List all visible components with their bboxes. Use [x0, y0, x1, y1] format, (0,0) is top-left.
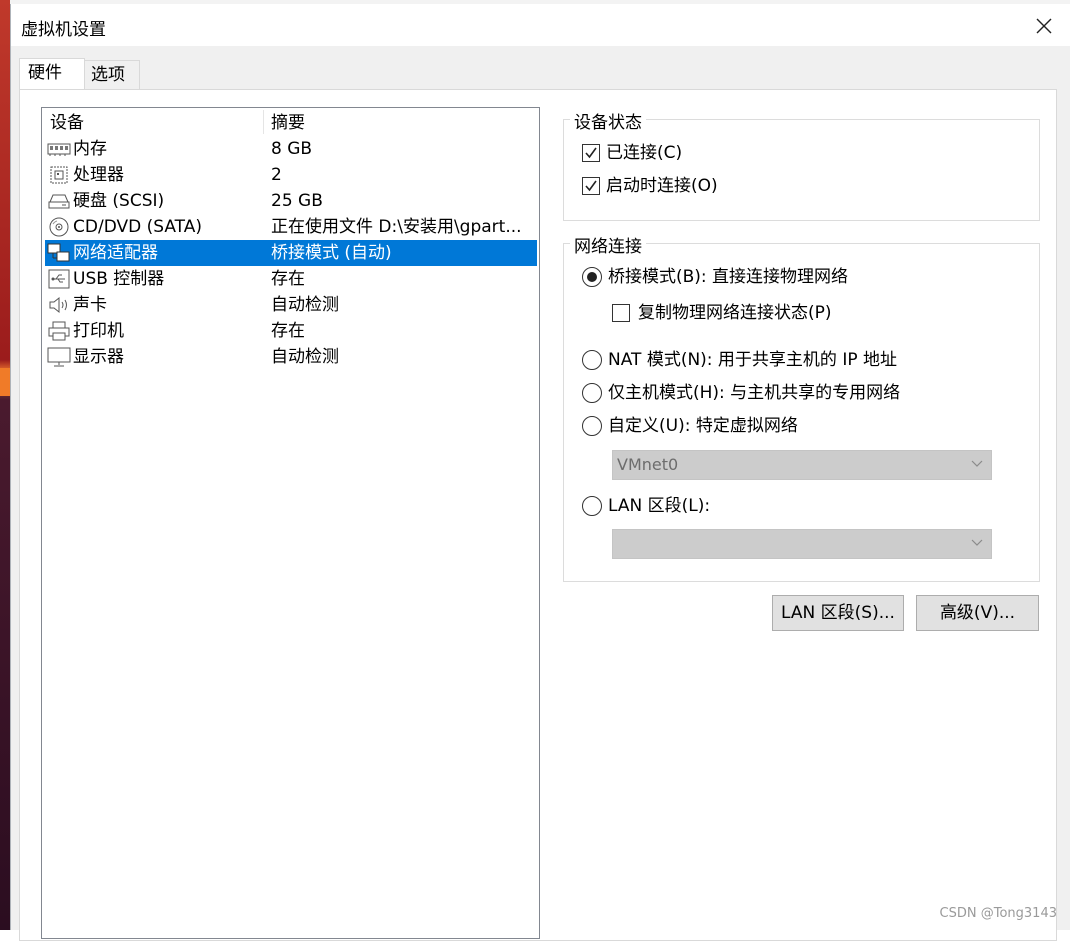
device-summary: 自动检测: [271, 295, 339, 315]
bridged-label: 桥接模式(B): 直接连接物理网络: [608, 267, 849, 287]
close-icon: [1036, 18, 1052, 34]
checkmark-icon: [585, 180, 597, 192]
tab-hardware[interactable]: 硬件: [19, 58, 85, 89]
lan-segment-label: LAN 区段(L):: [608, 496, 711, 516]
group-title-network-connection: 网络连接: [570, 232, 646, 257]
lan-segment-select[interactable]: [612, 529, 992, 559]
replicate-state-label: 复制物理网络连接状态(P): [638, 303, 832, 323]
checkbox-box: [582, 144, 600, 162]
device-row-printer[interactable]: 打印机 存在: [45, 318, 537, 344]
hardware-panel: 设备 摘要 内存 8 GB 处理器 2 硬盘 (SCSI) 25 GB CD/D…: [19, 89, 1057, 941]
device-row-network-adapter[interactable]: 网络适配器 桥接模式 (自动): [45, 240, 537, 266]
advanced-button[interactable]: 高级(V)...: [916, 595, 1039, 631]
device-row-processor[interactable]: 处理器 2: [45, 162, 537, 188]
column-divider[interactable]: [263, 110, 264, 134]
device-summary: 2: [271, 165, 282, 185]
usb-icon: [47, 268, 71, 290]
cd-dvd-icon: [47, 216, 71, 238]
column-header-summary[interactable]: 摘要: [271, 110, 305, 136]
connected-label: 已连接(C): [606, 143, 683, 163]
desktop-background: [0, 0, 10, 930]
processor-icon: [47, 164, 71, 186]
device-list[interactable]: 设备 摘要 内存 8 GB 处理器 2 硬盘 (SCSI) 25 GB CD/D…: [41, 107, 540, 939]
device-row-display[interactable]: 显示器 自动检测: [45, 344, 537, 370]
device-status-group: 设备状态 已连接(C) 启动时连接(O): [563, 108, 1040, 221]
checkbox-box: [582, 177, 600, 195]
nat-label: NAT 模式(N): 用于共享主机的 IP 地址: [608, 350, 897, 370]
device-summary: 25 GB: [271, 191, 323, 211]
device-summary: 桥接模式 (自动): [271, 243, 392, 263]
device-name: 声卡: [73, 295, 107, 315]
connect-at-power-on-label: 启动时连接(O): [606, 176, 718, 196]
custom-network-value: VMnet0: [617, 455, 679, 474]
desktop-taskbar-fragment: [0, 368, 10, 396]
radio-dot: [587, 272, 597, 282]
display-icon: [47, 346, 71, 368]
vm-settings-dialog: 虚拟机设置 硬件 选项 设备 摘要 内存 8 GB 处理器 2 硬盘 (SCSI…: [10, 4, 1070, 941]
column-header-device[interactable]: 设备: [50, 110, 84, 136]
window-title: 虚拟机设置: [21, 20, 106, 40]
device-name: USB 控制器: [73, 269, 165, 289]
lan-segments-button[interactable]: LAN 区段(S)...: [772, 595, 904, 631]
checkmark-icon: [585, 147, 597, 159]
device-name: 网络适配器: [73, 243, 158, 263]
device-name: 处理器: [73, 165, 124, 185]
chevron-down-icon: [971, 539, 983, 546]
device-row-cd-dvd[interactable]: CD/DVD (SATA) 正在使用文件 D:\安装用\gpart...: [45, 214, 537, 240]
harddisk-icon: [47, 190, 71, 212]
device-summary: 正在使用文件 D:\安装用\gpart...: [271, 217, 522, 237]
radio-circle: [582, 267, 602, 287]
device-row-sound-card[interactable]: 声卡 自动检测: [45, 292, 537, 318]
radio-circle: [582, 350, 602, 370]
device-name: 内存: [73, 139, 107, 159]
checkbox-box: [612, 304, 630, 322]
watermark: CSDN @Tong3143: [939, 906, 1057, 921]
radio-circle: [582, 383, 602, 403]
radio-circle: [582, 496, 602, 516]
device-name: CD/DVD (SATA): [73, 217, 202, 237]
close-button[interactable]: [1031, 13, 1057, 39]
host-only-label: 仅主机模式(H): 与主机共享的专用网络: [608, 383, 901, 403]
device-row-usb[interactable]: USB 控制器 存在: [45, 266, 537, 292]
group-title-device-status: 设备状态: [570, 108, 646, 133]
custom-label: 自定义(U): 特定虚拟网络: [608, 416, 798, 436]
sound-card-icon: [47, 294, 71, 316]
device-summary: 自动检测: [271, 347, 339, 367]
custom-network-select[interactable]: VMnet0: [612, 450, 992, 480]
device-summary: 存在: [271, 269, 305, 289]
network-connection-group: 网络连接 桥接模式(B): 直接连接物理网络 复制物理网络连接状态(P) NAT…: [563, 232, 1040, 582]
device-name: 硬盘 (SCSI): [73, 191, 165, 211]
device-name: 打印机: [73, 321, 124, 341]
device-summary: 8 GB: [271, 139, 313, 159]
tab-options[interactable]: 选项: [82, 60, 140, 89]
memory-icon: [47, 138, 71, 160]
printer-icon: [47, 320, 71, 342]
device-row-memory[interactable]: 内存 8 GB: [45, 136, 537, 162]
device-row-harddisk[interactable]: 硬盘 (SCSI) 25 GB: [45, 188, 537, 214]
title-bar: 虚拟机设置: [11, 4, 1070, 46]
device-name: 显示器: [73, 347, 124, 367]
radio-circle: [582, 416, 602, 436]
chevron-down-icon: [971, 460, 983, 467]
device-summary: 存在: [271, 321, 305, 341]
network-adapter-icon: [47, 242, 71, 264]
dialog-body: 硬件 选项 设备 摘要 内存 8 GB 处理器 2 硬盘 (SCSI) 25 G…: [11, 46, 1070, 941]
